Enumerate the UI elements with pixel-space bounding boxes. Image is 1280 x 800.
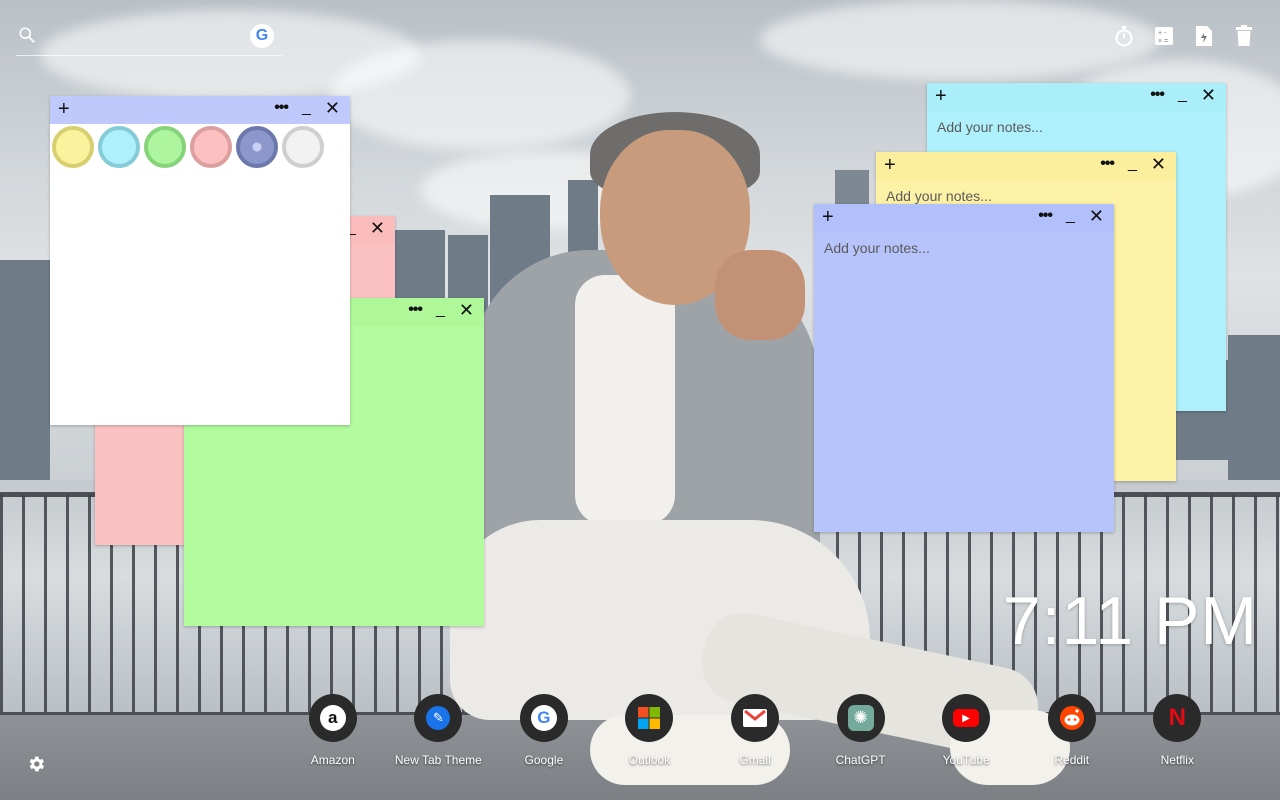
sticky-note-blue[interactable]: + ••• _ ✕ xyxy=(814,204,1114,532)
more-options-icon[interactable]: ••• xyxy=(1150,87,1165,103)
add-note-button[interactable]: + xyxy=(58,98,70,120)
netflix-icon[interactable]: N xyxy=(1153,694,1202,742)
minimize-icon[interactable]: _ xyxy=(1066,208,1075,224)
more-options-icon[interactable]: ••• xyxy=(1100,156,1115,172)
new-tab-theme-icon[interactable]: ✎ xyxy=(414,694,463,742)
note-header[interactable]: + ••• _ ✕ xyxy=(50,96,350,124)
svg-text:+ -: + - xyxy=(1158,30,1167,37)
clock: 7:11 PM xyxy=(1002,583,1258,659)
reddit-icon[interactable] xyxy=(1047,694,1096,742)
timer-icon[interactable] xyxy=(1114,24,1134,48)
add-note-button[interactable]: + xyxy=(822,206,834,228)
document-icon[interactable] xyxy=(1194,24,1214,48)
close-icon[interactable]: ✕ xyxy=(1089,207,1104,225)
gear-icon[interactable] xyxy=(26,754,46,774)
shortcut-google[interactable]: G Google xyxy=(491,694,597,774)
outlook-icon[interactable] xyxy=(625,694,674,742)
color-swatch-cyan[interactable] xyxy=(98,126,140,168)
minimize-icon[interactable]: _ xyxy=(1178,87,1187,103)
shortcut-reddit[interactable]: Reddit xyxy=(1019,694,1125,774)
close-icon[interactable]: ✕ xyxy=(1201,86,1216,104)
shortcut-label: Outlook xyxy=(628,753,671,767)
shortcut-label: Google xyxy=(524,753,564,767)
search-icon[interactable] xyxy=(18,26,36,44)
color-picker xyxy=(50,124,326,170)
minimize-icon[interactable]: _ xyxy=(436,302,445,318)
close-icon[interactable]: ✕ xyxy=(325,99,340,117)
calculator-icon[interactable]: + - × = xyxy=(1154,24,1174,48)
search-bar: G xyxy=(16,22,282,56)
shortcut-label: Gmail xyxy=(739,753,771,767)
close-icon[interactable]: ✕ xyxy=(459,301,474,319)
color-swatch-pink[interactable] xyxy=(190,126,232,168)
note-header[interactable]: + ••• _ ✕ xyxy=(814,204,1114,232)
shortcut-gmail[interactable]: Gmail xyxy=(702,694,808,774)
shortcut-dock: a Amazon ✎ New Tab Theme G Google Outloo… xyxy=(280,694,1230,774)
amazon-icon[interactable]: a xyxy=(308,694,357,742)
trash-icon[interactable] xyxy=(1234,24,1254,48)
more-options-icon[interactable]: ••• xyxy=(274,100,289,116)
top-toolbar: + - × = xyxy=(1114,24,1254,48)
svg-text:× =: × = xyxy=(1158,38,1168,45)
add-note-button[interactable]: + xyxy=(884,154,896,176)
gmail-icon[interactable] xyxy=(731,694,780,742)
color-swatch-yellow[interactable] xyxy=(52,126,94,168)
shortcut-chatgpt[interactable]: ✺ ChatGPT xyxy=(808,694,914,774)
close-icon[interactable]: ✕ xyxy=(370,219,385,237)
more-options-icon[interactable]: ••• xyxy=(1038,208,1053,224)
shortcut-new-tab-theme[interactable]: ✎ New Tab Theme xyxy=(386,694,492,774)
minimize-icon[interactable]: _ xyxy=(302,100,311,116)
search-input[interactable] xyxy=(48,26,252,50)
minimize-icon[interactable]: _ xyxy=(1128,156,1137,172)
color-swatch-blue[interactable] xyxy=(236,126,278,168)
chatgpt-icon[interactable]: ✺ xyxy=(836,694,885,742)
shortcut-youtube[interactable]: ▶ YouTube xyxy=(913,694,1019,774)
shortcut-label: YouTube xyxy=(942,753,990,767)
close-icon[interactable]: ✕ xyxy=(1151,155,1166,173)
google-icon[interactable]: G xyxy=(519,694,568,742)
color-swatch-green[interactable] xyxy=(144,126,186,168)
note-header[interactable]: + ••• _ ✕ xyxy=(927,83,1226,111)
add-note-button[interactable]: + xyxy=(935,85,947,107)
shortcut-label: ChatGPT xyxy=(835,753,886,767)
shortcut-outlook[interactable]: Outlook xyxy=(597,694,703,774)
color-swatch-white[interactable] xyxy=(282,126,324,168)
shortcut-amazon[interactable]: a Amazon xyxy=(280,694,386,774)
shortcut-label: Netflix xyxy=(1160,753,1194,767)
more-options-icon[interactable]: ••• xyxy=(408,302,423,318)
shortcut-label: Amazon xyxy=(310,753,355,767)
sticky-note-white[interactable]: + ••• _ ✕ xyxy=(50,96,350,425)
google-icon[interactable]: G xyxy=(250,24,274,48)
shortcut-netflix[interactable]: N Netflix xyxy=(1125,694,1231,774)
shortcut-label: New Tab Theme xyxy=(394,753,482,767)
note-header[interactable]: + ••• _ ✕ xyxy=(876,152,1176,180)
shortcut-label: Reddit xyxy=(1054,753,1090,767)
youtube-icon[interactable]: ▶ xyxy=(942,694,991,742)
note-textarea[interactable] xyxy=(824,240,1104,524)
